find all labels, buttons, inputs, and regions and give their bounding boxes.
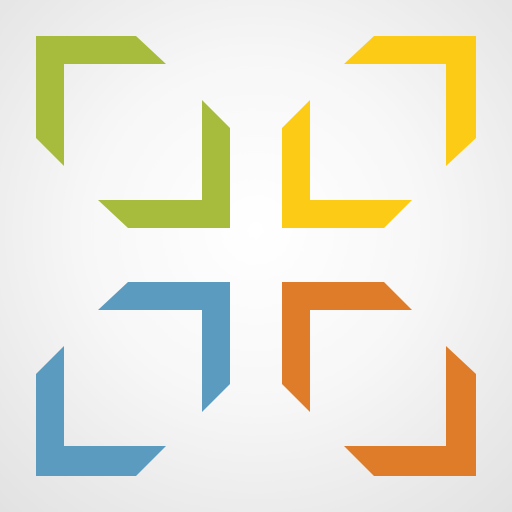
blue-outer-bracket (36, 346, 166, 476)
green-outer-bracket (36, 36, 166, 166)
yellow-outer-bracket (344, 36, 476, 166)
app-icon-canvas (0, 0, 512, 512)
orange-inner-bracket (282, 282, 412, 412)
orange-outer-bracket (344, 346, 476, 476)
blue-inner-bracket (98, 282, 230, 412)
four-corner-brackets-icon (36, 36, 476, 476)
green-inner-bracket (98, 100, 230, 228)
yellow-inner-bracket (282, 100, 412, 228)
